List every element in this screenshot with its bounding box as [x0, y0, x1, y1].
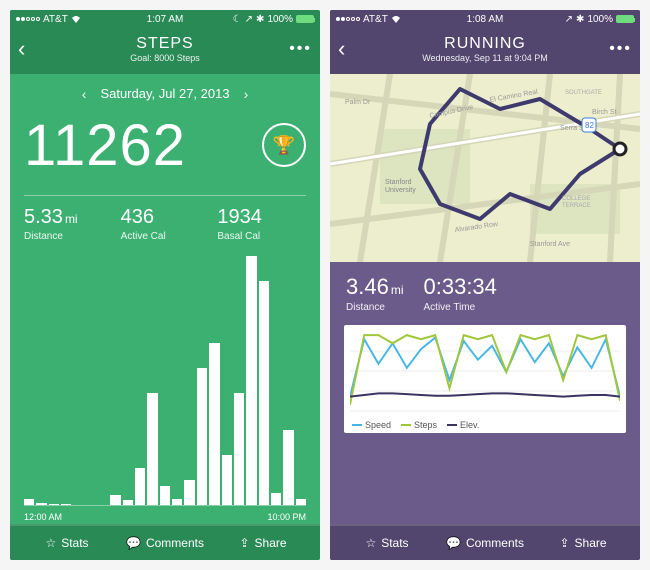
page-subtitle: Wednesday, Sep 11 at 9:04 PM — [362, 53, 608, 64]
svg-text:Stanford Ave: Stanford Ave — [530, 241, 570, 248]
signal-dots-icon — [336, 17, 360, 21]
bar — [172, 499, 182, 505]
bar — [147, 393, 157, 505]
bottom-bar: ☆Stats 💬Comments ⇪Share — [10, 524, 320, 560]
bar — [246, 256, 256, 505]
bluetooth-icon: ✱ — [256, 14, 264, 25]
comments-button[interactable]: 💬Comments — [116, 536, 214, 550]
prev-day-button[interactable]: ‹ — [82, 86, 87, 102]
svg-text:SOUTHGATE: SOUTHGATE — [565, 90, 602, 96]
next-day-button[interactable]: › — [244, 86, 249, 102]
stat-active-cal: 436 Active Cal — [121, 206, 210, 242]
carrier-label: AT&T — [43, 14, 68, 25]
comment-icon: 💬 — [126, 536, 141, 550]
run-stats-row: 3.46mi Distance 0:33:34 Active Time — [330, 262, 640, 321]
bar — [209, 343, 219, 505]
steps-screen: AT&T 1:07 AM ☾ ↗ ✱ 100% ‹ STEPS Goal: 80… — [10, 10, 320, 560]
bar — [49, 504, 59, 505]
bar — [24, 499, 34, 505]
chart-legend: Speed Steps Elev. — [352, 420, 479, 430]
svg-text:Birch St: Birch St — [592, 109, 617, 116]
bar — [222, 455, 232, 505]
share-icon: ⇪ — [239, 536, 249, 550]
battery-icon — [616, 15, 634, 23]
battery-pct: 100% — [587, 14, 613, 25]
clock: 1:08 AM — [467, 14, 504, 25]
location-icon: ↗ — [565, 14, 573, 25]
run-metrics-chart: Speed Steps Elev. — [344, 325, 626, 433]
carrier-label: AT&T — [363, 14, 388, 25]
bar — [259, 281, 269, 505]
svg-text:COLLEGE: COLLEGE — [562, 196, 590, 202]
xaxis-end: 10:00 PM — [267, 512, 306, 522]
wifi-icon — [71, 15, 81, 23]
wifi-icon — [391, 15, 401, 23]
running-body: Palm Dr Campus Drive El Camino Real Serr… — [330, 74, 640, 524]
more-button[interactable]: ••• — [288, 40, 312, 58]
svg-text:TERRACE: TERRACE — [562, 203, 591, 209]
stat-active-time: 0:33:34 Active Time — [424, 274, 497, 313]
stat-distance: 3.46mi Distance — [346, 274, 404, 313]
hourly-steps-chart: 12:00 AM 10:00 PM — [24, 256, 306, 522]
back-button[interactable]: ‹ — [338, 36, 362, 62]
divider — [24, 195, 306, 196]
bar — [197, 368, 207, 505]
bar — [61, 504, 71, 505]
bar — [283, 430, 293, 505]
bar — [271, 493, 281, 505]
bar — [123, 500, 133, 505]
bar — [135, 468, 145, 505]
star-icon: ☆ — [365, 536, 376, 550]
stats-button[interactable]: ☆Stats — [18, 536, 116, 550]
comments-button[interactable]: 💬Comments — [436, 536, 534, 550]
bottom-bar: ☆Stats 💬Comments ⇪Share — [330, 524, 640, 560]
running-screen: AT&T 1:08 AM ↗ ✱ 100% ‹ RUNNING Wednesda… — [330, 10, 640, 560]
location-icon: ↗ — [245, 14, 253, 25]
svg-text:82: 82 — [585, 121, 594, 130]
svg-text:Stanford: Stanford — [385, 179, 412, 186]
line-speed — [350, 338, 620, 397]
share-button[interactable]: ⇪Share — [214, 536, 312, 550]
bar — [36, 503, 46, 505]
share-button[interactable]: ⇪Share — [534, 536, 632, 550]
xaxis-start: 12:00 AM — [24, 512, 62, 522]
steps-body: ‹ Saturday, Jul 27, 2013 › 11262 🏆 5.33m… — [10, 74, 320, 524]
stats-row: 5.33mi Distance 436 Active Cal 1934 Basa… — [24, 206, 306, 242]
battery-icon — [296, 15, 314, 23]
comment-icon: 💬 — [446, 536, 461, 550]
star-icon: ☆ — [45, 536, 56, 550]
more-button[interactable]: ••• — [608, 40, 632, 58]
status-bar: AT&T 1:08 AM ↗ ✱ 100% — [330, 10, 640, 28]
bar — [234, 393, 244, 505]
step-count: 11262 — [24, 112, 186, 179]
status-bar: AT&T 1:07 AM ☾ ↗ ✱ 100% — [10, 10, 320, 28]
bluetooth-icon: ✱ — [576, 14, 584, 25]
moon-icon: ☾ — [233, 14, 242, 25]
bar — [110, 495, 120, 505]
trophy-badge[interactable]: 🏆 — [262, 123, 306, 167]
page-title: RUNNING — [362, 34, 608, 53]
map-label: Palm Dr — [345, 99, 371, 106]
share-icon: ⇪ — [559, 536, 569, 550]
bar — [160, 486, 170, 505]
line-elev. — [350, 393, 620, 396]
back-button[interactable]: ‹ — [18, 36, 42, 62]
battery-pct: 100% — [267, 14, 293, 25]
stat-basal-cal: 1934 Basal Cal — [217, 206, 306, 242]
header: ‹ STEPS Goal: 8000 Steps ••• — [10, 28, 320, 74]
svg-text:University: University — [385, 187, 416, 194]
clock: 1:07 AM — [147, 14, 184, 25]
page-title: STEPS — [42, 34, 288, 53]
trophy-icon: 🏆 — [273, 135, 295, 156]
stat-distance: 5.33mi Distance — [24, 206, 113, 242]
bar — [184, 480, 194, 505]
stats-button[interactable]: ☆Stats — [338, 536, 436, 550]
date-label: Saturday, Jul 27, 2013 — [100, 86, 229, 101]
signal-dots-icon — [16, 17, 40, 21]
bar — [296, 499, 306, 505]
route-map[interactable]: Palm Dr Campus Drive El Camino Real Serr… — [330, 74, 640, 262]
page-subtitle: Goal: 8000 Steps — [42, 53, 288, 64]
header: ‹ RUNNING Wednesday, Sep 11 at 9:04 PM •… — [330, 28, 640, 74]
